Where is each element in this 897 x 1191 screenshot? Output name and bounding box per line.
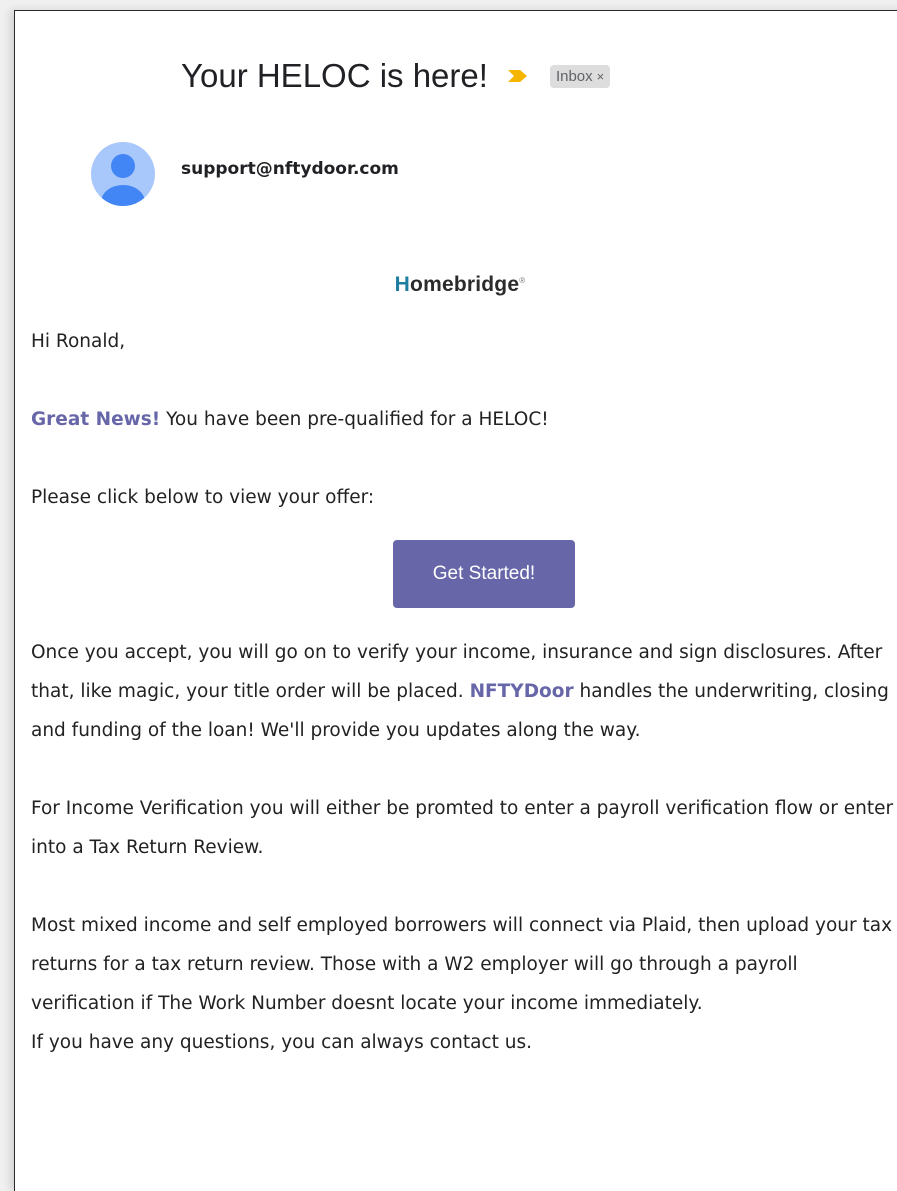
plaid-paragraph: Most mixed income and self employed borr… (31, 915, 893, 1014)
email-view: Your HELOC is here! Inbox × support@nfty… (14, 10, 897, 1191)
inbox-label-chip: Inbox × (549, 64, 611, 88)
contact-paragraph: If you have any questions, you can alway… (31, 1032, 532, 1053)
remove-label-icon[interactable]: × (597, 69, 605, 84)
sender-email[interactable]: support@nftydoor.com (181, 159, 399, 179)
news-text: You have been pre-qualified for a HELOC! (160, 409, 549, 430)
news-highlight: Great News! (31, 409, 161, 430)
subject-row: Your HELOC is here! Inbox × (181, 57, 611, 95)
greeting: Hi Ronald, (31, 331, 126, 352)
inbox-label-text: Inbox (555, 67, 593, 85)
nftydoor-brand: NFTYDoor (469, 681, 574, 702)
person-icon (101, 154, 145, 206)
accept-paragraph: Once you accept, you will go on to verif… (31, 633, 897, 750)
logo-mark: H (394, 273, 411, 296)
email-subject: Your HELOC is here! (181, 57, 488, 94)
sender-avatar[interactable] (91, 142, 155, 206)
logo-registered: ® (519, 276, 526, 285)
income-verification-paragraph: For Income Verification you will either … (31, 798, 894, 858)
news-line: Great News! You have been pre-qualified … (31, 400, 897, 439)
get-started-button[interactable]: Get Started! (393, 540, 575, 608)
important-marker-icon[interactable] (506, 68, 530, 84)
logo-text: omebridge (410, 273, 520, 296)
email-body: Hi Ronald, Great News! You have been pre… (31, 322, 897, 1062)
click-prompt: Please click below to view your offer: (31, 487, 375, 508)
homebridge-logo: Homebridge® (15, 273, 897, 297)
